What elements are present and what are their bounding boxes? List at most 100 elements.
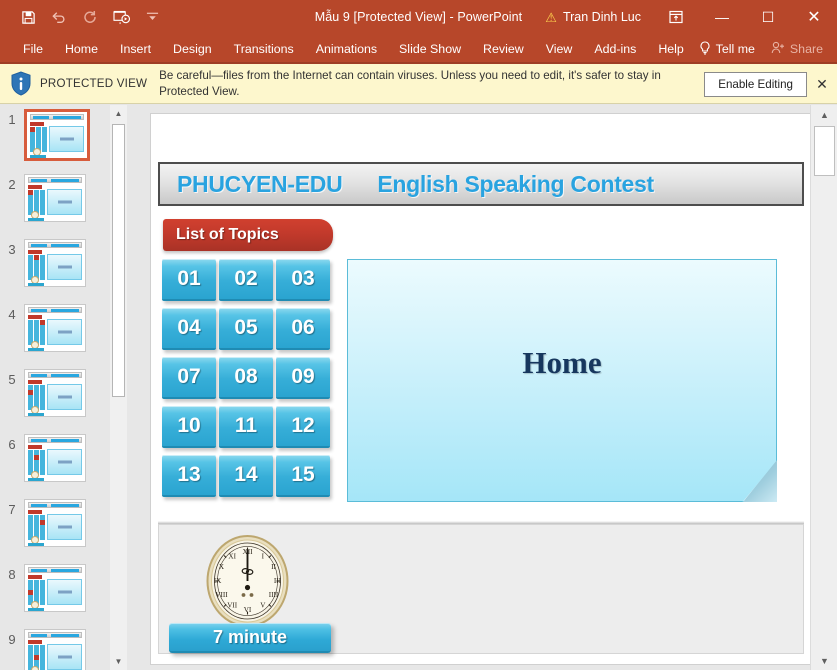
ribbon-tabs: File Home Insert Design Transitions Animation… (0, 34, 695, 64)
topic-button-11[interactable]: 11 (219, 406, 273, 448)
protected-view-bar: PROTECTED VIEW Be careful—files from the… (0, 64, 837, 104)
slide-canvas[interactable]: PHUCYEN-EDU English Speaking Contest Lis… (150, 113, 817, 665)
home-content-panel[interactable]: Home (347, 259, 777, 502)
close-icon[interactable]: ✕ (807, 64, 837, 104)
ribbon-tab-slide-show[interactable]: Slide Show (388, 34, 472, 64)
topic-button-10[interactable]: 10 (162, 406, 216, 448)
work-area: 123456789 ▲ ▼ PHUCYEN-EDU English Speaki… (0, 105, 837, 670)
close-button[interactable]: ✕ (791, 0, 837, 34)
topic-button-15[interactable]: 15 (276, 455, 330, 497)
thumbnail-preview (24, 564, 86, 612)
powerpoint-window: Mẫu 9 [Protected View] - PowerPoint ⚠ Tr… (0, 0, 837, 670)
thumbnail-number: 4 (8, 307, 16, 322)
undo-icon[interactable] (45, 4, 73, 30)
thumbnail-slide-3[interactable]: 3 (0, 235, 110, 300)
scroll-up-arrow-icon[interactable]: ▲ (110, 105, 127, 122)
thumbnail-slide-5[interactable]: 5 (0, 365, 110, 430)
thumbnail-slide-7[interactable]: 7 (0, 495, 110, 560)
thumbnail-preview (24, 499, 86, 547)
canvas-scrollbar[interactable]: ▲ ▼ (810, 105, 837, 670)
maximize-button[interactable]: ☐ (745, 0, 791, 34)
slide-heading-text: English Speaking Contest (377, 170, 654, 197)
person-add-icon (771, 41, 785, 57)
ribbon-tab-animations[interactable]: Animations (305, 34, 388, 64)
topic-button-09[interactable]: 09 (276, 357, 330, 399)
thumbnail-number: 9 (8, 632, 16, 647)
account-button[interactable]: ⚠ Tran Dinh Luc (533, 10, 653, 24)
thumbnail-slide-1[interactable]: 1 (0, 105, 110, 170)
thumbnail-number: 8 (8, 567, 16, 582)
thumbnail-preview (24, 109, 90, 161)
thumbnail-preview (24, 369, 86, 417)
svg-text:XI: XI (228, 553, 236, 561)
thumbnails-scroll-thumb[interactable] (112, 124, 125, 397)
tell-me-label: Tell me (715, 42, 755, 56)
slide-canvas-area: PHUCYEN-EDU English Speaking Contest Lis… (128, 105, 817, 670)
thumbnail-slide-9[interactable]: 9 (0, 625, 110, 670)
slide-title-banner[interactable]: PHUCYEN-EDU English Speaking Contest (158, 162, 804, 206)
ribbon-tab-file[interactable]: File (12, 34, 54, 64)
timer-button[interactable]: 7 minute (169, 623, 331, 653)
canvas-scroll-thumb[interactable] (814, 126, 835, 176)
topic-button-14[interactable]: 14 (219, 455, 273, 497)
thumbnail-number: 6 (8, 437, 16, 452)
thumbnail-preview (24, 434, 86, 482)
svg-text:IIII: IIII (269, 591, 279, 599)
topic-button-12[interactable]: 12 (276, 406, 330, 448)
thumbnail-number: 7 (8, 502, 16, 517)
quick-access-toolbar (0, 4, 166, 30)
thumbnail-slide-6[interactable]: 6 (0, 430, 110, 495)
ribbon-tab-insert[interactable]: Insert (109, 34, 162, 64)
thumbnails-scroll-track[interactable] (110, 122, 127, 653)
lightbulb-icon (699, 40, 711, 58)
ribbon-display-options-icon[interactable] (653, 0, 699, 34)
topic-button-06[interactable]: 06 (276, 308, 330, 350)
ribbon-tab-view[interactable]: View (535, 34, 584, 64)
enable-editing-button[interactable]: Enable Editing (704, 71, 807, 97)
ribbon-tab-transitions[interactable]: Transitions (223, 34, 305, 64)
scroll-down-arrow-icon[interactable]: ▼ (811, 651, 837, 670)
svg-text:VIII: VIII (215, 591, 228, 599)
thumbnail-preview (24, 174, 86, 222)
tell-me-button[interactable]: Tell me (689, 40, 765, 58)
ribbon-tab-design[interactable]: Design (162, 34, 223, 64)
share-label: Share (789, 42, 823, 56)
topic-button-07[interactable]: 07 (162, 357, 216, 399)
topic-button-03[interactable]: 03 (276, 259, 330, 301)
minimize-button[interactable]: — (699, 0, 745, 34)
scroll-down-arrow-icon[interactable]: ▼ (110, 653, 127, 670)
ribbon-tab-home[interactable]: Home (54, 34, 109, 64)
protected-view-actions: Enable Editing ✕ (704, 64, 837, 104)
topic-button-04[interactable]: 04 (162, 308, 216, 350)
list-of-topics-banner[interactable]: List of Topics (163, 219, 333, 251)
topic-button-08[interactable]: 08 (219, 357, 273, 399)
title-bar: Mẫu 9 [Protected View] - PowerPoint ⚠ Tr… (0, 0, 837, 34)
list-of-topics-label: List of Topics (176, 226, 279, 243)
start-presentation-icon[interactable] (107, 4, 135, 30)
protected-view-label: PROTECTED VIEW (40, 77, 148, 90)
svg-text:VII: VII (227, 602, 238, 610)
thumbnail-slide-8[interactable]: 8 (0, 560, 110, 625)
thumbnail-slide-2[interactable]: 2 (0, 170, 110, 235)
thumbnail-slide-4[interactable]: 4 (0, 300, 110, 365)
ribbon-right-group: Tell me Share (689, 34, 837, 64)
thumbnails-scrollbar[interactable]: ▲ ▼ (110, 105, 127, 670)
analog-clock-icon: XII I II III IIII V VI VII VIII IX X XI (206, 535, 289, 627)
topic-button-02[interactable]: 02 (219, 259, 273, 301)
ribbon-tab-bar: File Home Insert Design Transitions Animation… (0, 34, 837, 64)
slide-thumbnails-pane[interactable]: 1 2 3 4 5 6 7 8 9 (0, 105, 110, 670)
redo-icon[interactable] (76, 4, 104, 30)
ribbon-tab-add-ins[interactable]: Add-ins (583, 34, 647, 64)
topic-button-13[interactable]: 13 (162, 455, 216, 497)
slide-brand-text: PHUCYEN-EDU (177, 170, 343, 197)
topic-button-01[interactable]: 01 (162, 259, 216, 301)
scroll-up-arrow-icon[interactable]: ▲ (811, 105, 837, 124)
save-icon[interactable] (14, 4, 42, 30)
share-button[interactable]: Share (765, 41, 837, 57)
customize-quick-access-icon[interactable] (138, 4, 166, 30)
warning-triangle-icon: ⚠ (545, 9, 557, 25)
topic-button-05[interactable]: 05 (219, 308, 273, 350)
ribbon-tab-review[interactable]: Review (472, 34, 535, 64)
topic-number-grid: 01 02 03 04 05 06 07 08 09 10 11 12 13 14 15 (162, 259, 330, 497)
thumbnail-number: 1 (8, 112, 16, 127)
